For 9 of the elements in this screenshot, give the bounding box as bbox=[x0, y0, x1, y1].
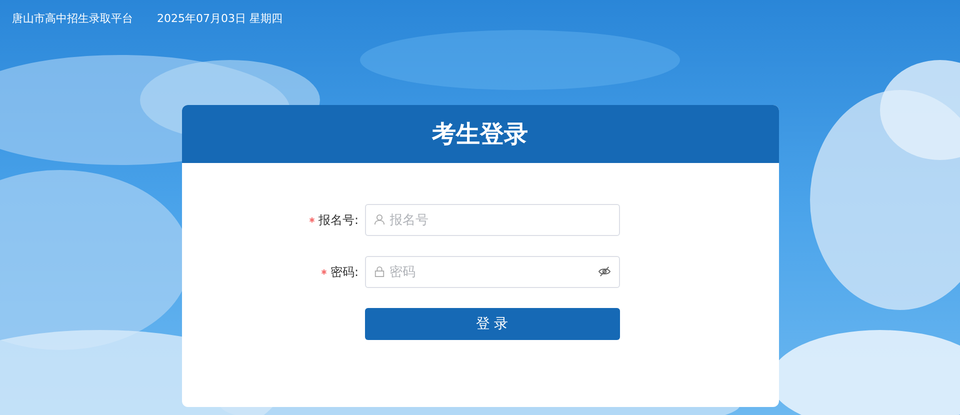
input-field[interactable]: 报名号 bbox=[364, 204, 620, 236]
field-label: 报名号: bbox=[318, 212, 358, 228]
field-label: 密码: bbox=[330, 264, 358, 280]
date-text: 2025年07月03日 星期四 bbox=[157, 10, 282, 26]
site-title: 唐山市高中招生录取平台 bbox=[12, 10, 133, 26]
login-title: 考生登录 bbox=[432, 119, 528, 150]
password-field[interactable]: 密码 bbox=[364, 256, 620, 288]
eye-slash-icon[interactable] bbox=[598, 266, 610, 277]
login-button[interactable]: 登 录 bbox=[364, 308, 620, 340]
